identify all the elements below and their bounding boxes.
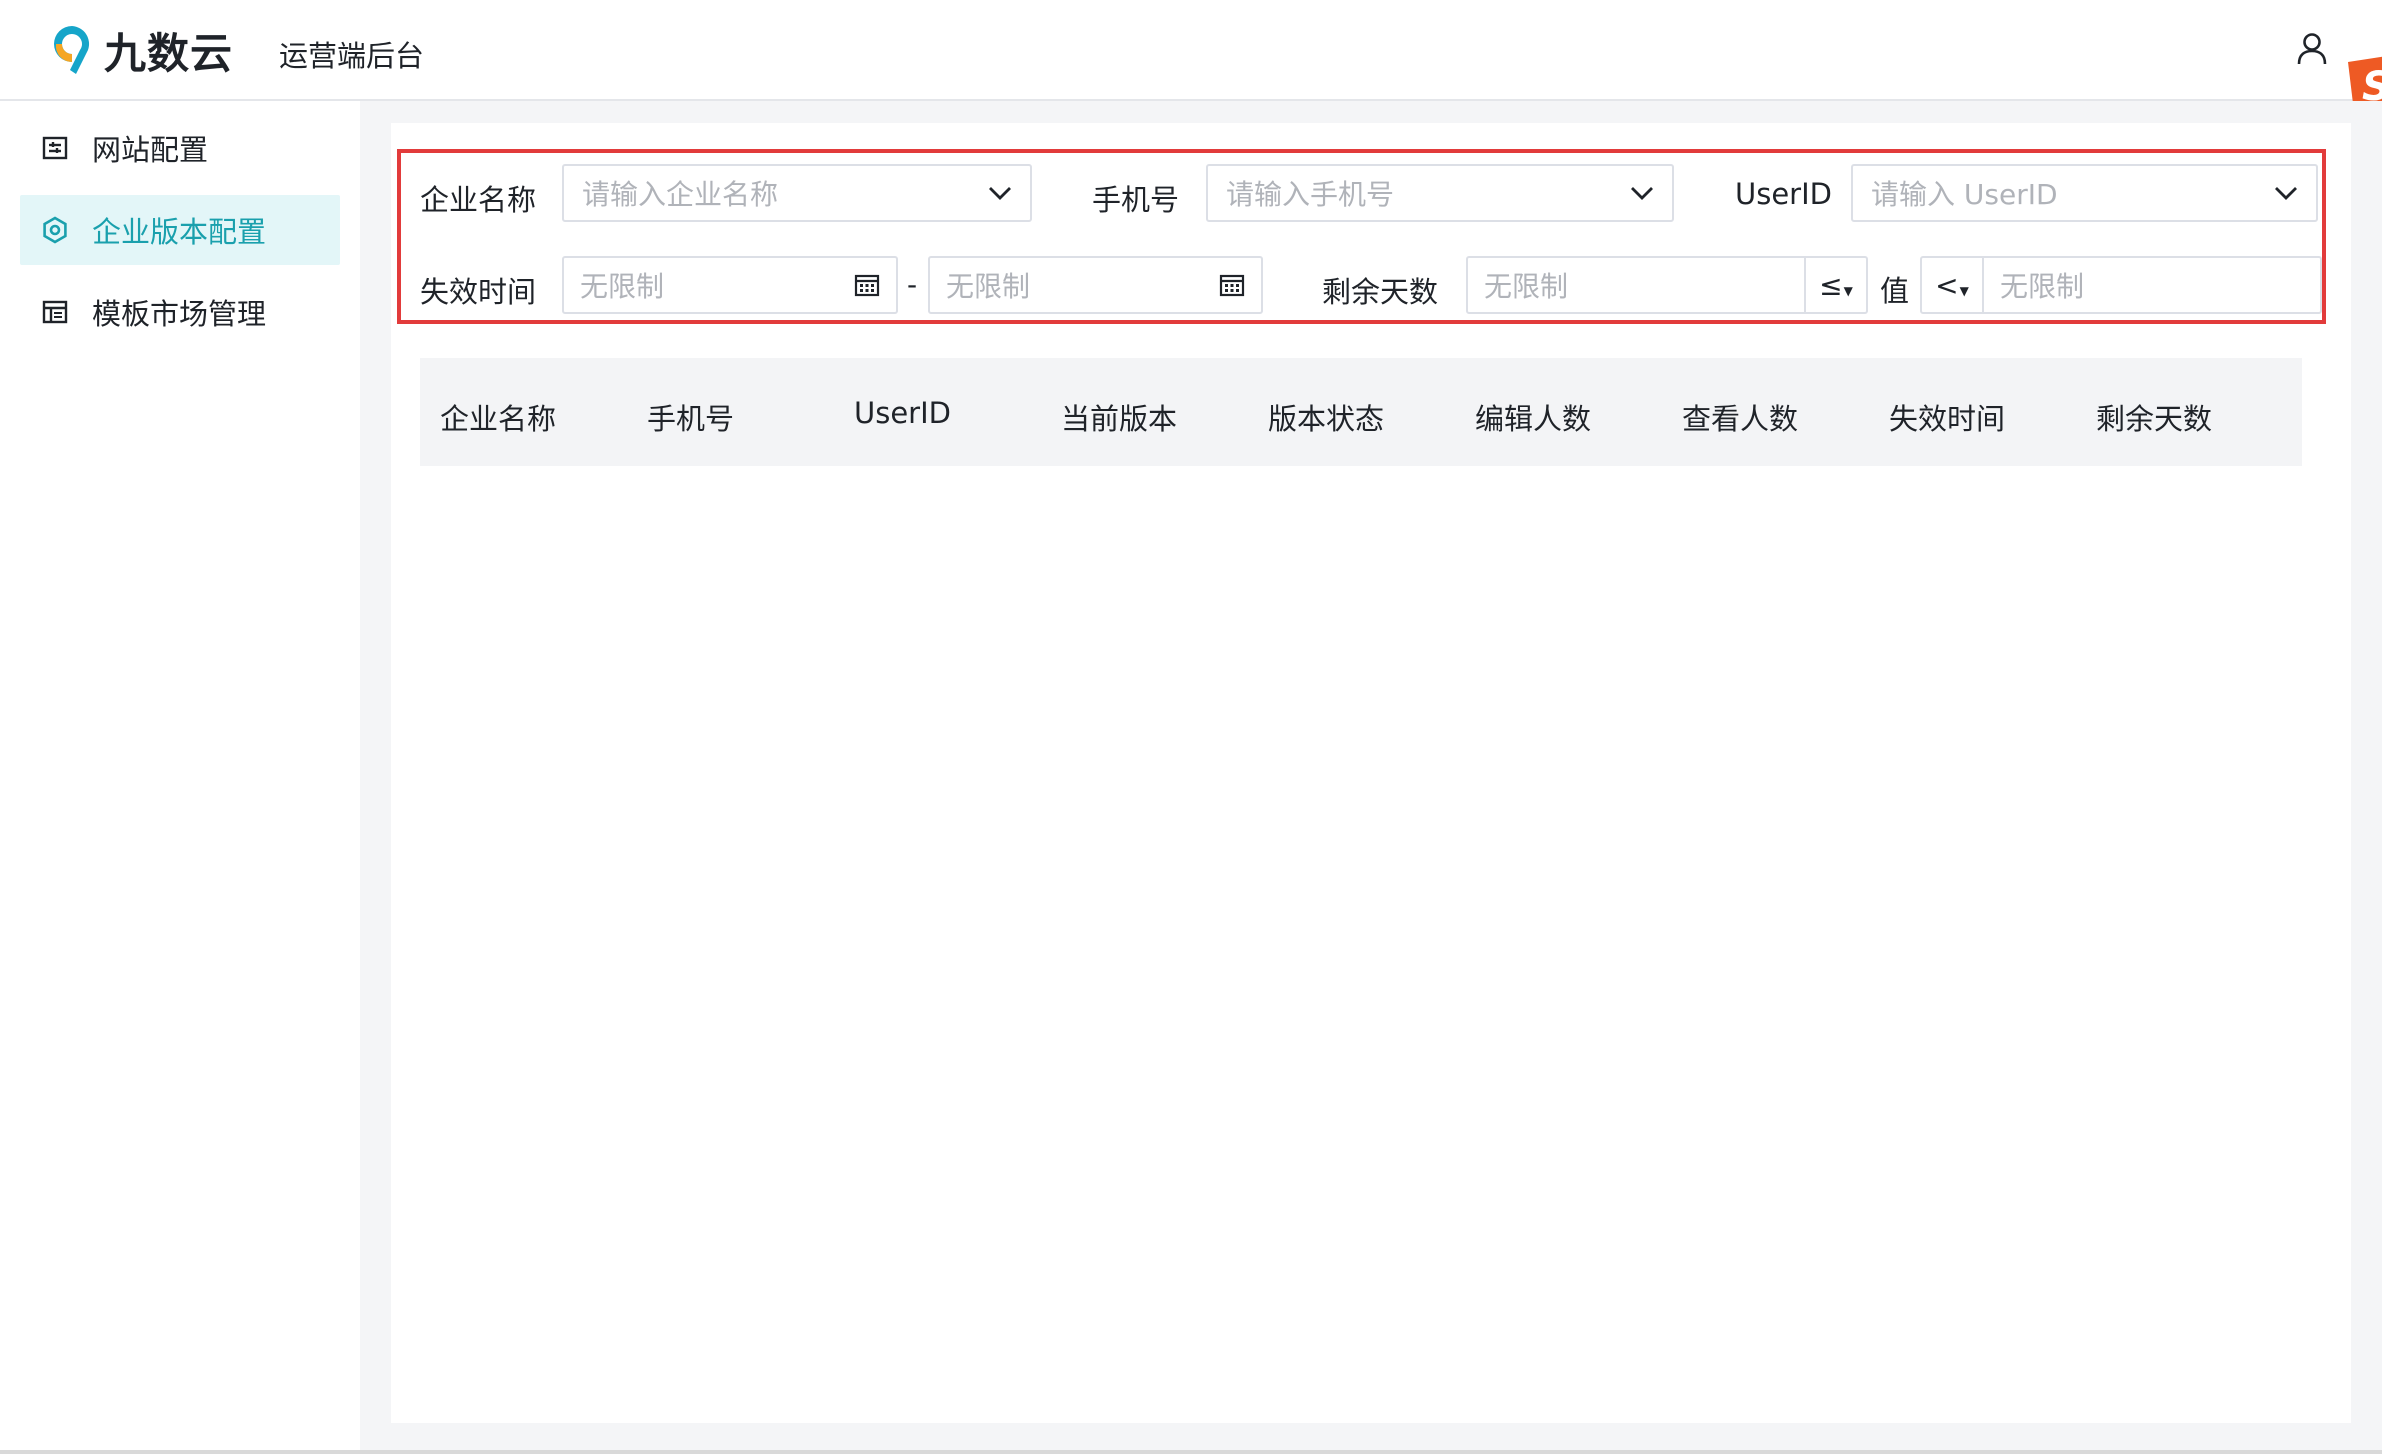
caret-down-icon: ▼ bbox=[1959, 284, 1969, 298]
date-range-separator: - bbox=[907, 268, 918, 301]
userid-placeholder: 请输入 UserID bbox=[1871, 178, 2058, 211]
remaining-days-min-input[interactable]: 无限制 bbox=[1466, 256, 1806, 314]
user-icon[interactable] bbox=[2296, 32, 2328, 66]
sidebar-item-label: 网站配置 bbox=[92, 133, 209, 167]
sidebar-item-template-market[interactable]: 模板市场管理 bbox=[20, 277, 340, 347]
company-name-select[interactable]: 请输入企业名称 bbox=[562, 164, 1032, 222]
column-header[interactable]: UserID bbox=[854, 396, 951, 430]
sidebar-item-site-config[interactable]: 网站配置 bbox=[20, 113, 340, 183]
brand-name: 九数云 bbox=[104, 29, 234, 78]
brand-logo[interactable]: 九数云 bbox=[50, 20, 233, 81]
sidebar-item-label: 模板市场管理 bbox=[92, 297, 267, 331]
column-header[interactable]: 查看人数 bbox=[1682, 396, 1798, 438]
remaining-days-label: 剩余天数 bbox=[1322, 275, 1439, 309]
expire-start-date-input[interactable]: 无限制 bbox=[562, 256, 898, 314]
app-subtitle: 运营端后台 bbox=[279, 39, 425, 73]
table-header: 企业名称 手机号 UserID 当前版本 版本状态 编辑人数 查看人数 失效时间… bbox=[420, 358, 2302, 466]
phone-placeholder: 请输入手机号 bbox=[1226, 178, 1395, 211]
remaining-days-max-input[interactable]: 无限制 bbox=[1982, 256, 2322, 314]
expire-end-placeholder: 无限制 bbox=[946, 270, 1031, 303]
calendar-icon bbox=[854, 274, 880, 297]
window-bottom-edge bbox=[0, 1450, 2382, 1454]
caret-down-icon: ▼ bbox=[1843, 284, 1853, 298]
phone-label: 手机号 bbox=[1092, 183, 1180, 217]
comparison-operator-2-dropdown[interactable]: < ▼ bbox=[1920, 256, 1984, 314]
template-icon bbox=[40, 297, 70, 327]
sidebar-item-enterprise-version[interactable]: 企业版本配置 bbox=[20, 195, 340, 265]
operator-1-value: ≤ bbox=[1819, 268, 1843, 302]
sidebar: 网站配置 企业版本配置 模板市场管理 bbox=[0, 101, 360, 1454]
remaining-days-min-placeholder: 无限制 bbox=[1484, 270, 1569, 303]
column-header[interactable]: 失效时间 bbox=[1889, 396, 2005, 438]
expire-time-label: 失效时间 bbox=[420, 275, 537, 309]
company-name-placeholder: 请输入企业名称 bbox=[582, 178, 779, 211]
chevron-down-icon bbox=[1631, 187, 1653, 200]
value-label: 值 bbox=[1880, 274, 1910, 308]
userid-label: UserID bbox=[1735, 177, 1832, 211]
remaining-days-max-placeholder: 无限制 bbox=[2000, 270, 2085, 303]
top-header: 九数云 运营端后台 S bbox=[0, 0, 2382, 114]
column-header[interactable]: 手机号 bbox=[647, 396, 734, 438]
site-config-icon bbox=[40, 133, 70, 163]
expire-start-placeholder: 无限制 bbox=[580, 270, 665, 303]
comparison-operator-1-dropdown[interactable]: ≤ ▼ bbox=[1804, 256, 1868, 314]
expire-end-date-input[interactable]: 无限制 bbox=[928, 256, 1263, 314]
sidebar-item-label: 企业版本配置 bbox=[92, 215, 267, 249]
phone-select[interactable]: 请输入手机号 bbox=[1206, 164, 1674, 222]
column-header[interactable]: 企业名称 bbox=[440, 396, 556, 438]
gear-icon bbox=[40, 215, 70, 245]
column-header[interactable]: 版本状态 bbox=[1268, 396, 1384, 438]
calendar-icon bbox=[1219, 274, 1245, 297]
chevron-down-icon bbox=[989, 187, 1011, 200]
column-header[interactable]: 剩余天数 bbox=[2096, 396, 2212, 438]
company-name-label: 企业名称 bbox=[420, 183, 537, 217]
userid-select[interactable]: 请输入 UserID bbox=[1851, 164, 2318, 222]
chevron-down-icon bbox=[2275, 187, 2297, 200]
brand-logo-icon bbox=[54, 25, 90, 74]
column-header[interactable]: 当前版本 bbox=[1061, 396, 1177, 438]
column-header[interactable]: 编辑人数 bbox=[1475, 396, 1591, 438]
operator-2-value: < bbox=[1935, 268, 1959, 302]
